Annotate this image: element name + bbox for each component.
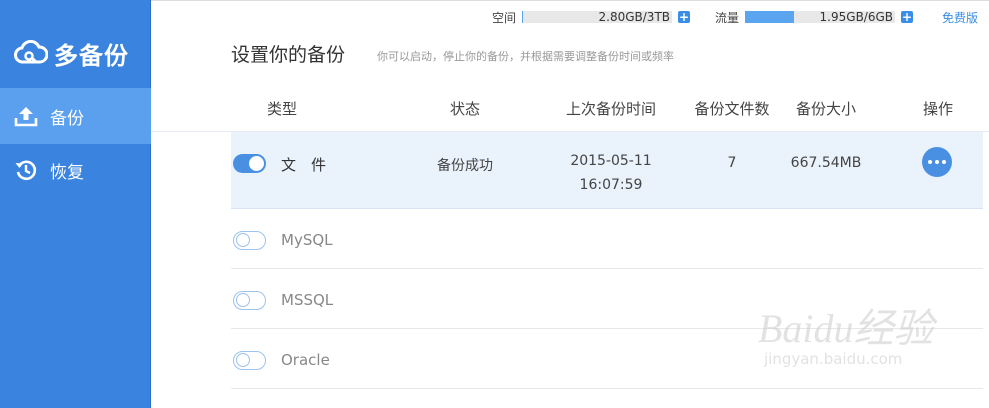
row-file-count: 7 <box>727 155 737 171</box>
space-progress-bar: 2.80GB/3TB <box>522 10 673 24</box>
dot <box>928 160 932 164</box>
sidebar-item-label: 备份 <box>50 108 84 129</box>
traffic-value: 1.95GB/6GB <box>819 10 894 24</box>
add-traffic-button[interactable]: + <box>901 11 914 23</box>
watermark-logo: Baidu经验 <box>758 306 934 351</box>
upload-icon <box>14 104 38 128</box>
top-border <box>151 0 989 1</box>
backup-toggle-mssql[interactable] <box>233 291 266 310</box>
backup-toggle-files[interactable] <box>233 154 266 173</box>
row-type-name: MySQL <box>281 231 333 249</box>
row-type-name: Oracle <box>281 351 330 369</box>
column-header-last-backup: 上次备份时间 <box>565 100 657 118</box>
column-header-size: 备份大小 <box>795 100 857 118</box>
row-last-backup-date: 2015-05-11 <box>570 153 652 169</box>
traffic-progress-fill <box>745 11 794 23</box>
page-title: 设置你的备份 <box>231 44 346 66</box>
sidebar: 多备份 备份 恢复 <box>0 0 151 408</box>
column-header-type: 类型 <box>266 100 298 118</box>
traffic-quota: 流量 1.95GB/6GB + <box>715 10 914 25</box>
dot <box>942 160 946 164</box>
app-logo: 多备份 <box>14 36 129 70</box>
column-header-status: 状态 <box>449 100 481 118</box>
app-window: 多备份 备份 恢复 空间 2.80GB/3TB + 流量 1.95GB/6GB … <box>0 0 989 408</box>
row-status: 备份成功 <box>437 158 493 174</box>
traffic-progress-bar: 1.95GB/6GB <box>745 10 896 24</box>
backup-toggle-oracle[interactable] <box>233 351 266 370</box>
space-value: 2.80GB/3TB <box>598 10 671 24</box>
space-label: 空间 <box>492 10 517 25</box>
page-subtitle: 你可以启动，停止你的备份，并根据需要调整备份时间或频率 <box>377 50 674 63</box>
app-name: 多备份 <box>54 41 129 70</box>
table-row-mysql: MySQL <box>231 209 983 269</box>
dot <box>935 160 939 164</box>
history-icon <box>14 158 38 182</box>
row-type-name: 文 件 <box>281 156 327 174</box>
more-actions-button[interactable] <box>922 147 952 177</box>
sidebar-item-restore[interactable]: 恢复 <box>0 142 151 198</box>
watermark: Baidu经验 jingyan.baidu.com <box>758 296 934 368</box>
traffic-label: 流量 <box>715 10 740 25</box>
free-plan-link[interactable]: 免费版 <box>942 9 978 26</box>
cloud-logo-icon <box>14 40 48 64</box>
row-last-backup-time: 16:07:59 <box>579 177 643 193</box>
sidebar-item-label: 恢复 <box>50 162 84 183</box>
row-size: 667.54MB <box>790 155 862 171</box>
row-type-name: MSSQL <box>281 291 334 309</box>
table-row-files: 文 件 备份成功 2015-05-11 16:07:59 7 667.54MB <box>231 132 983 209</box>
backup-toggle-mysql[interactable] <box>233 231 266 250</box>
sidebar-item-backup[interactable]: 备份 <box>0 88 151 144</box>
space-quota: 空间 2.80GB/3TB + <box>492 10 691 25</box>
column-header-file-count: 备份文件数 <box>694 100 770 118</box>
add-space-button[interactable]: + <box>678 11 691 23</box>
column-header-actions: 操作 <box>922 100 954 118</box>
